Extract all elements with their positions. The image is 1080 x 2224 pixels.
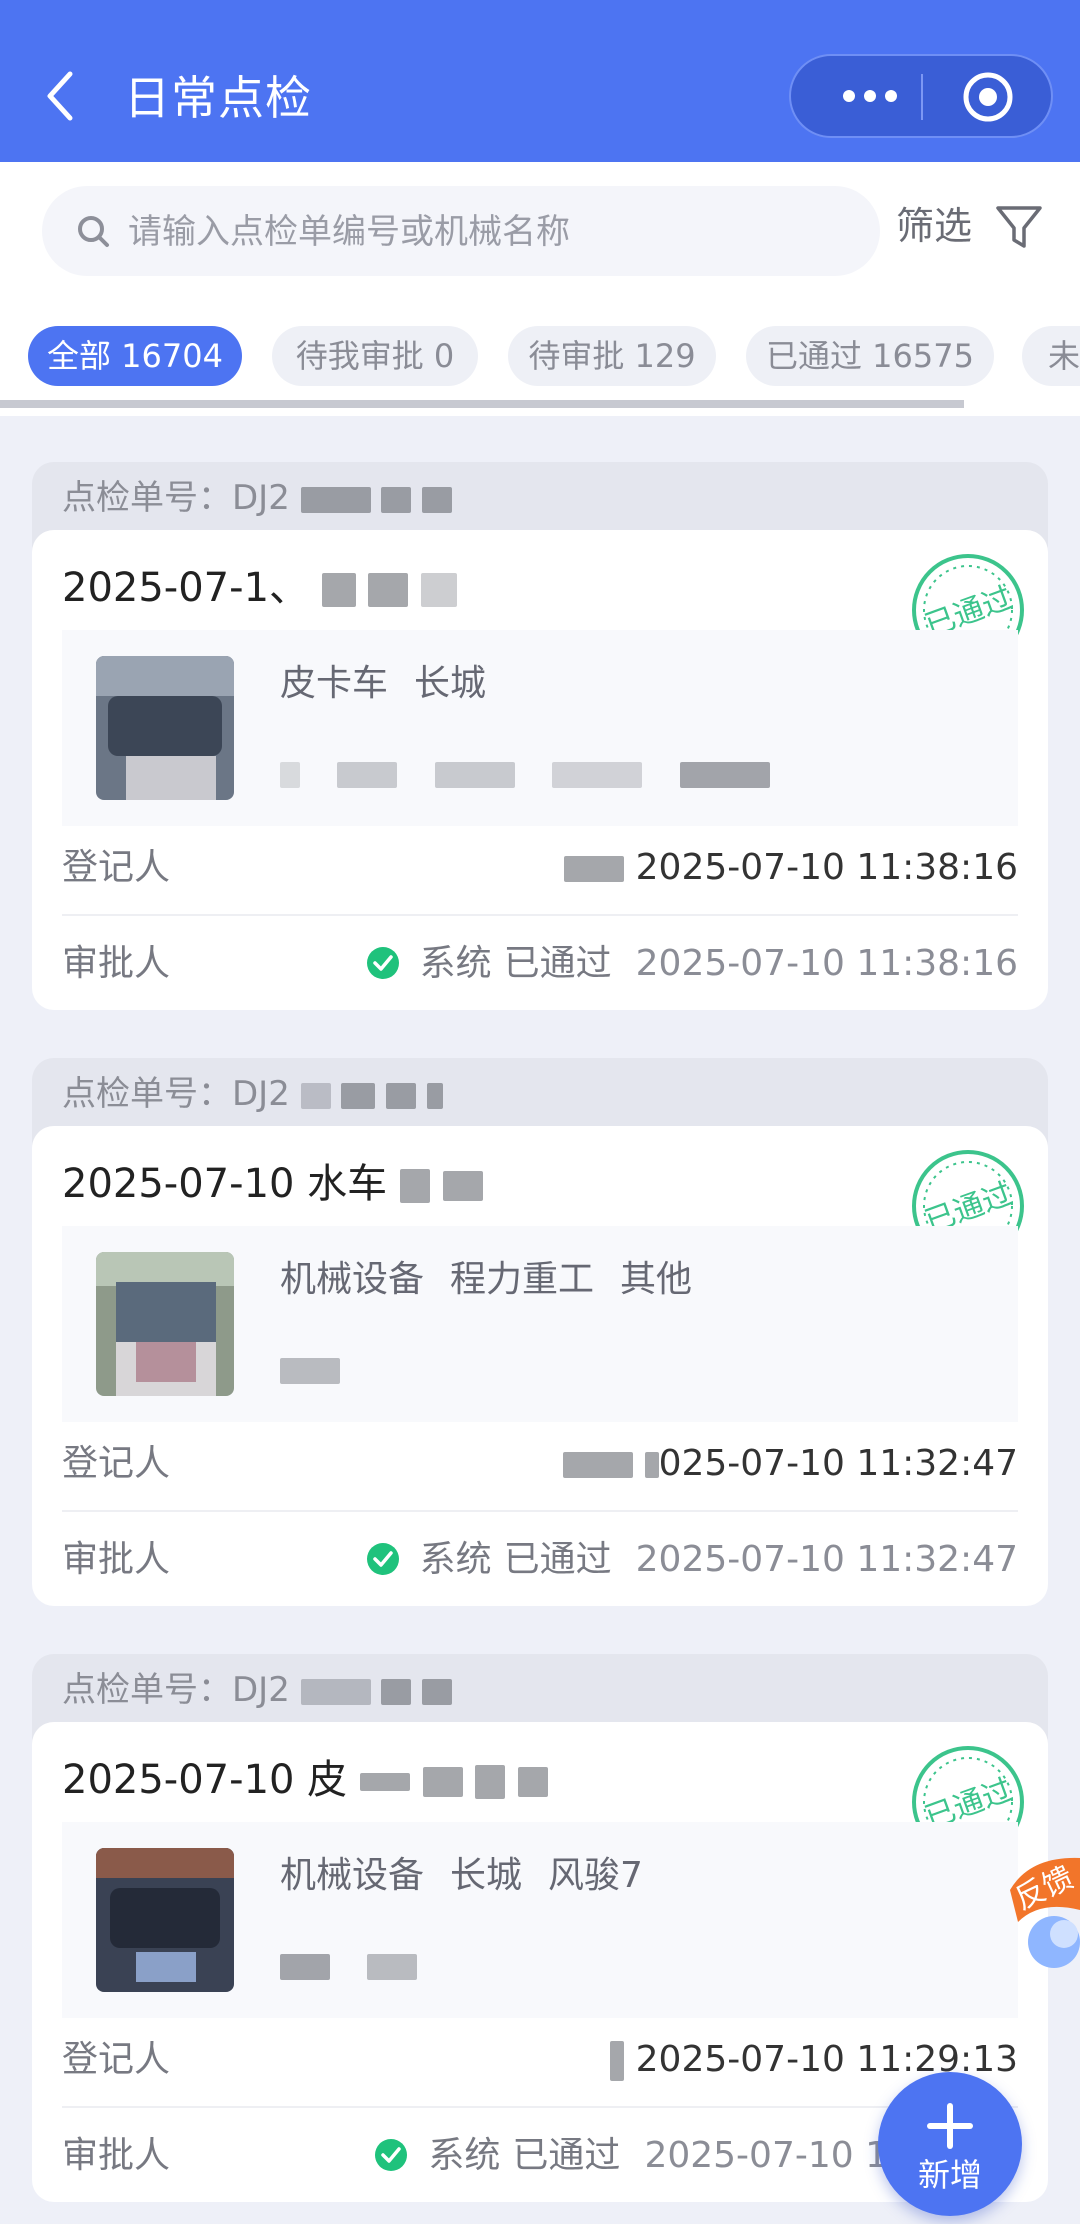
order-number: 点检单号：DJ2: [62, 474, 453, 522]
check-circle-icon: [366, 1543, 399, 1575]
registrar-label: 登记人: [62, 1443, 171, 1484]
page-title: 日常点检: [124, 71, 312, 125]
approver-label: 审批人: [62, 2135, 171, 2176]
tag-model: 风骏7: [548, 1855, 643, 1896]
approver-label: 审批人: [62, 943, 171, 984]
registrar-row: 登记人 2025-07-10 11:38:16: [62, 820, 1018, 916]
tab-pending-my-approval[interactable]: 待我审批 0: [272, 326, 478, 386]
target-icon: [963, 72, 1013, 122]
back-button[interactable]: [40, 68, 80, 128]
tabs-scroll-indicator: [0, 400, 964, 408]
add-button-label: 新增: [917, 2156, 982, 2194]
feedback-button[interactable]: 反馈: [990, 1850, 1080, 1970]
search-bar-area: 请输入点检单编号或机械名称 筛选: [0, 162, 1080, 312]
machine-tags: 机械设备 程力重工 其他: [280, 1256, 718, 1394]
tag-model: 其他: [620, 1259, 693, 1300]
search-input[interactable]: 请输入点检单编号或机械名称: [42, 186, 880, 276]
machine-photo: [96, 656, 234, 800]
record-body: 2025-07-1、 已通过 皮卡车 长城 登记人 2025-07-10 11:3…: [32, 530, 1048, 1010]
order-number: 点检单号：DJ2: [62, 1070, 444, 1118]
approver-row: 审批人 系统 已通过 2025-07-10 1: [62, 2108, 1018, 2204]
approver-label: 审批人: [62, 1539, 171, 1580]
tag-brand: 长城: [414, 663, 487, 704]
filter-icon: [996, 206, 1042, 248]
approver-row: 审批人 系统 已通过 2025-07-10 11:32:47: [62, 1512, 1018, 1608]
record-body: 2025-07-10 水车 已通过 机械设备 程力重工 其他 登记人 025-07-…: [32, 1126, 1048, 1606]
search-placeholder: 请输入点检单编号或机械名称: [128, 212, 570, 252]
record-title: 2025-07-10 皮: [62, 1754, 549, 1806]
record-title: 2025-07-1、: [62, 562, 458, 614]
machine-photo: [96, 1252, 234, 1396]
tab-more[interactable]: 未: [1022, 326, 1080, 386]
order-number: 点检单号：DJ2: [62, 1666, 453, 1714]
registrar-value: 025-07-10 11:32:47: [563, 1440, 1018, 1488]
check-circle-icon: [375, 2139, 408, 2171]
machine-tags: 机械设备 长城 风骏7: [280, 1852, 669, 1990]
record-title: 2025-07-10 水车: [62, 1158, 483, 1210]
machine-info: 机械设备 长城 风骏7: [62, 1822, 1018, 2018]
mini-program-capsule: [789, 54, 1053, 138]
tab-all[interactable]: 全部 16704: [28, 326, 242, 386]
tag-brand: 长城: [450, 1855, 523, 1896]
plus-icon: [927, 2103, 973, 2149]
machine-photo: [96, 1848, 234, 1992]
tag-brand: 程力重工: [450, 1259, 595, 1300]
nav-bar: 日常点检: [0, 0, 1080, 162]
tab-approved[interactable]: 已通过 16575: [746, 326, 994, 386]
approver-value: 系统 已通过 2025-07-10 1: [374, 2132, 888, 2180]
search-icon: [78, 216, 109, 247]
tag-type: 机械设备: [280, 1855, 425, 1896]
machine-tags: 皮卡车 长城: [280, 660, 796, 798]
more-icon: [843, 90, 897, 102]
approver-row: 审批人 系统 已通过 2025-07-10 11:38:16: [62, 916, 1018, 1012]
approver-value: 系统 已通过 2025-07-10 11:38:16: [366, 940, 1018, 988]
machine-info: 皮卡车 长城: [62, 630, 1018, 826]
capsule-divider: [921, 74, 923, 120]
back-icon: [47, 71, 73, 121]
tag-type: 机械设备: [280, 1259, 425, 1300]
tab-pending-approval[interactable]: 待审批 129: [508, 326, 716, 386]
tag-type: 皮卡车: [280, 663, 389, 704]
registrar-value: 2025-07-10 11:38:16: [564, 844, 1018, 892]
registrar-row: 登记人 025-07-10 11:32:47: [62, 1416, 1018, 1512]
approver-value: 系统 已通过 2025-07-10 11:32:47: [366, 1536, 1018, 1584]
check-circle-icon: [366, 947, 399, 979]
filter-label: 筛选: [896, 204, 973, 248]
registrar-label: 登记人: [62, 847, 171, 888]
machine-info: 机械设备 程力重工 其他: [62, 1226, 1018, 1422]
add-button[interactable]: 新增: [878, 2072, 1022, 2216]
more-button[interactable]: [825, 56, 915, 136]
registrar-label: 登记人: [62, 2039, 171, 2080]
close-mini-program-button[interactable]: [961, 70, 1015, 124]
registrar-row: 登记人 2025-07-10 11:29:13: [62, 2012, 1018, 2108]
